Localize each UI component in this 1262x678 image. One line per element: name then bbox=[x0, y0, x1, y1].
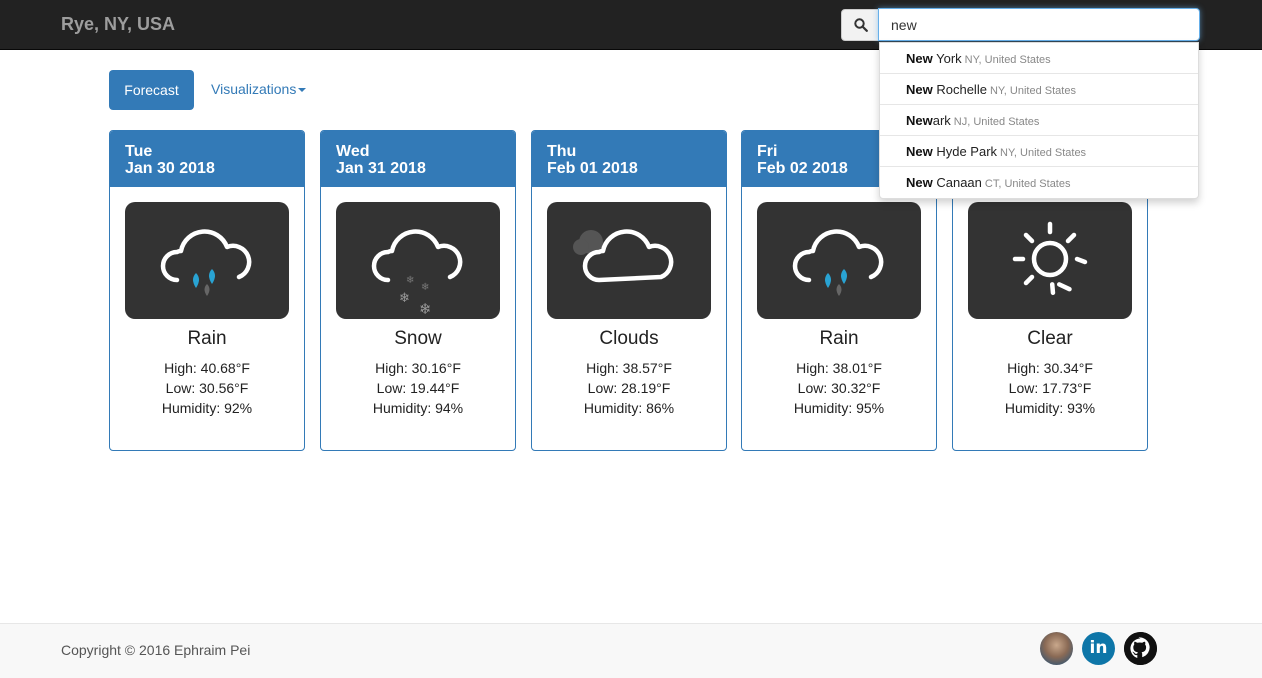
day-of-week: Wed bbox=[336, 143, 370, 160]
linkedin-glyph: in bbox=[1089, 638, 1108, 658]
svg-text:❄: ❄ bbox=[419, 300, 432, 318]
brand-location[interactable]: Rye, NY, USA bbox=[61, 14, 175, 35]
city-suggestions-dropdown: New York NY, United States New Rochelle NY… bbox=[879, 42, 1199, 199]
github-icon[interactable] bbox=[1124, 632, 1157, 665]
high-temp: High: 38.57°F bbox=[586, 360, 672, 376]
high-temp: High: 38.01°F bbox=[796, 360, 882, 376]
rain-cloud-icon bbox=[757, 202, 921, 319]
page-footer: Copyright © 2016 Ephraim Pei in bbox=[0, 623, 1262, 678]
humidity: Humidity: 95% bbox=[793, 400, 885, 416]
svg-text:❄: ❄ bbox=[406, 275, 414, 286]
low-temp: Low: 30.56°F bbox=[165, 380, 249, 396]
suggestion-item[interactable]: New York NY, United States bbox=[880, 43, 1198, 74]
snow-cloud-icon: ❄ ❄ ❄ ❄ bbox=[336, 202, 500, 319]
linkedin-icon[interactable]: in bbox=[1082, 632, 1115, 665]
avatar[interactable] bbox=[1040, 632, 1073, 665]
city-search-input[interactable] bbox=[878, 8, 1200, 41]
condition-label: Clear bbox=[1027, 328, 1073, 349]
humidity: Humidity: 93% bbox=[1004, 400, 1096, 416]
condition-label: Rain bbox=[187, 328, 227, 349]
forecast-date: Feb 01 2018 bbox=[547, 160, 638, 177]
low-temp: Low: 19.44°F bbox=[376, 380, 460, 396]
caret-down-icon bbox=[298, 88, 307, 93]
condition-label: Snow bbox=[394, 328, 442, 349]
condition-label: Clouds bbox=[599, 328, 659, 349]
card-header: Wed Jan 31 2018 bbox=[321, 131, 515, 187]
high-temp: High: 40.68°F bbox=[164, 360, 250, 376]
high-temp: High: 30.34°F bbox=[1007, 360, 1093, 376]
tab-forecast[interactable]: Forecast bbox=[109, 70, 194, 110]
suggestion-item[interactable]: New Rochelle NY, United States bbox=[880, 74, 1198, 105]
cloud-icon bbox=[547, 202, 711, 319]
day-of-week: Thu bbox=[547, 143, 577, 160]
low-temp: Low: 28.19°F bbox=[587, 380, 671, 396]
copyright-text: Copyright © 2016 Ephraim Pei bbox=[61, 642, 251, 658]
visualizations-label: Visualizations bbox=[211, 81, 297, 97]
low-temp: Low: 30.32°F bbox=[797, 380, 881, 396]
search-icon bbox=[854, 18, 868, 32]
forecast-card: Wed Jan 31 2018 ❄ ❄ ❄ ❄ Snow High: 30.16… bbox=[320, 130, 516, 451]
rain-cloud-icon bbox=[125, 202, 289, 319]
humidity: Humidity: 94% bbox=[372, 400, 464, 416]
forecast-date: Jan 30 2018 bbox=[125, 160, 215, 177]
forecast-card: Thu Feb 01 2018 Clouds High: 38.57°F Low… bbox=[531, 130, 727, 451]
humidity: Humidity: 86% bbox=[583, 400, 675, 416]
search-button[interactable] bbox=[841, 9, 879, 41]
condition-label: Rain bbox=[819, 328, 859, 349]
humidity: Humidity: 92% bbox=[161, 400, 253, 416]
sun-icon bbox=[968, 202, 1132, 319]
svg-text:❄: ❄ bbox=[399, 291, 410, 306]
forecast-card: Tue Jan 30 2018 Rain High: 40.68°F Low: … bbox=[109, 130, 305, 451]
card-header: Tue Jan 30 2018 bbox=[110, 131, 304, 187]
suggestion-item[interactable]: New Hyde Park NY, United States bbox=[880, 136, 1198, 167]
suggestion-item[interactable]: Newark NJ, United States bbox=[880, 105, 1198, 136]
low-temp: Low: 17.73°F bbox=[1008, 380, 1092, 396]
suggestion-item[interactable]: New Canaan CT, United States bbox=[880, 167, 1198, 198]
tab-visualizations[interactable]: Visualizations bbox=[211, 81, 307, 97]
high-temp: High: 30.16°F bbox=[375, 360, 461, 376]
svg-text:❄: ❄ bbox=[421, 282, 429, 293]
forecast-date: Jan 31 2018 bbox=[336, 160, 426, 177]
card-header: Thu Feb 01 2018 bbox=[532, 131, 726, 187]
day-of-week: Tue bbox=[125, 143, 153, 160]
